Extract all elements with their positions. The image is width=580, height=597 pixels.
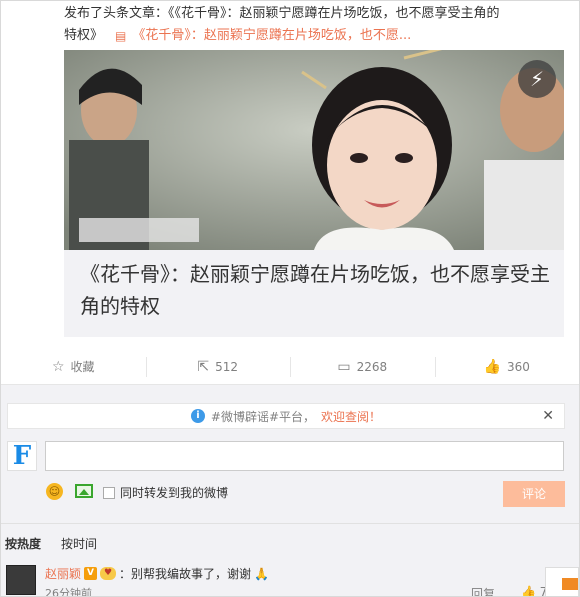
forward-label: 同时转发到我的微博 bbox=[120, 486, 229, 500]
image-icon[interactable] bbox=[75, 484, 93, 498]
comment-input[interactable] bbox=[45, 441, 564, 471]
rumor-notice: i #微博辟谣#平台， 欢迎查阅！ ✕ bbox=[7, 403, 565, 429]
notice-link[interactable]: 欢迎查阅！ bbox=[321, 408, 381, 425]
cover-illustration bbox=[64, 50, 564, 250]
emoji-icon[interactable]: ☺ bbox=[46, 483, 63, 500]
thanks-emoji-icon: 🙏 bbox=[254, 566, 269, 581]
submit-comment-button[interactable]: 评论 bbox=[503, 481, 565, 507]
comment-count: 2268 bbox=[356, 359, 388, 374]
close-icon[interactable]: ✕ bbox=[542, 408, 554, 424]
weibo-post: 发布了头条文章：《《花千骨》：赵丽颖宁愿蹲在片场吃饭，也不愿享受主角的 特权》 … bbox=[0, 0, 580, 597]
article-link[interactable]: 《花千骨》：赵丽颖宁愿蹲在片场吃饭，也不愿... bbox=[132, 25, 411, 47]
action-bar: ☆ 收藏 ⇱ 512 ▭ 2268 👍 360 bbox=[1, 349, 579, 385]
verified-icon: V bbox=[84, 567, 98, 580]
post-text-line1: 发布了头条文章：《《花千骨》：赵丽颖宁愿蹲在片场吃饭，也不愿享受主角的 bbox=[64, 6, 500, 21]
comment-sort-tabs: 按热度 按时间 bbox=[1, 523, 579, 563]
comment-item: 赵丽颖 V ♥ ：别帮我编故事了，谢谢 🙏 26分钟前 回复 👍 79 bbox=[1, 561, 579, 597]
comment-button[interactable]: ▭ 2268 bbox=[290, 349, 435, 384]
vip-icon: ♥ bbox=[100, 567, 117, 580]
lightning-icon[interactable]: ⚡ bbox=[518, 60, 556, 98]
commenter-avatar[interactable] bbox=[6, 565, 36, 595]
reply-button[interactable]: 回复 bbox=[471, 585, 495, 596]
post-text: 发布了头条文章：《《花千骨》：赵丽颖宁愿蹲在片场吃饭，也不愿享受主角的 特权》 … bbox=[64, 3, 564, 47]
tab-sort-time[interactable]: 按时间 bbox=[61, 535, 97, 552]
forward-checkbox[interactable] bbox=[103, 486, 115, 499]
comment-area: i #微博辟谣#平台， 欢迎查阅！ ✕ F ☺ 同时转发到我的微博 评论 按热度… bbox=[1, 385, 579, 597]
comment-text: ：别帮我编故事了，谢谢 bbox=[119, 567, 252, 581]
forward-button[interactable]: ⇱ 512 bbox=[145, 349, 291, 384]
post-text-line2: 特权》 bbox=[64, 28, 104, 43]
forward-option[interactable]: 同时转发到我的微博 bbox=[103, 484, 228, 501]
forward-count: 512 bbox=[215, 359, 239, 374]
article-title[interactable]: 《花千骨》：赵丽颖宁愿蹲在片场吃饭，也不愿享受主角的特权 bbox=[80, 258, 550, 322]
article-cover-image: ⚡ bbox=[64, 50, 564, 250]
mail-icon[interactable] bbox=[545, 567, 579, 596]
commenter-name[interactable]: 赵丽颖 bbox=[45, 565, 81, 582]
article-card[interactable]: ⚡ 《花千骨》：赵丽颖宁愿蹲在片场吃饭，也不愿享受主角的特权 bbox=[64, 50, 564, 337]
user-avatar[interactable]: F bbox=[7, 441, 37, 471]
tab-sort-hot[interactable]: 按热度 bbox=[5, 535, 41, 552]
thumbs-up-icon: 👍 bbox=[483, 358, 502, 375]
notice-tag[interactable]: #微博辟谣#平台， bbox=[211, 408, 315, 425]
info-icon: i bbox=[190, 409, 205, 423]
like-button[interactable]: 👍 360 bbox=[434, 349, 580, 384]
article-icon: ▤ bbox=[115, 29, 127, 43]
like-count: 360 bbox=[507, 359, 530, 374]
favorite-label: 收藏 bbox=[70, 360, 95, 374]
star-icon: ☆ bbox=[51, 358, 65, 375]
comment-icon: ▭ bbox=[337, 358, 351, 375]
favorite-button[interactable]: ☆ 收藏 bbox=[1, 349, 146, 384]
comment-time: 26分钟前 bbox=[45, 587, 92, 597]
share-icon: ⇱ bbox=[197, 358, 210, 375]
